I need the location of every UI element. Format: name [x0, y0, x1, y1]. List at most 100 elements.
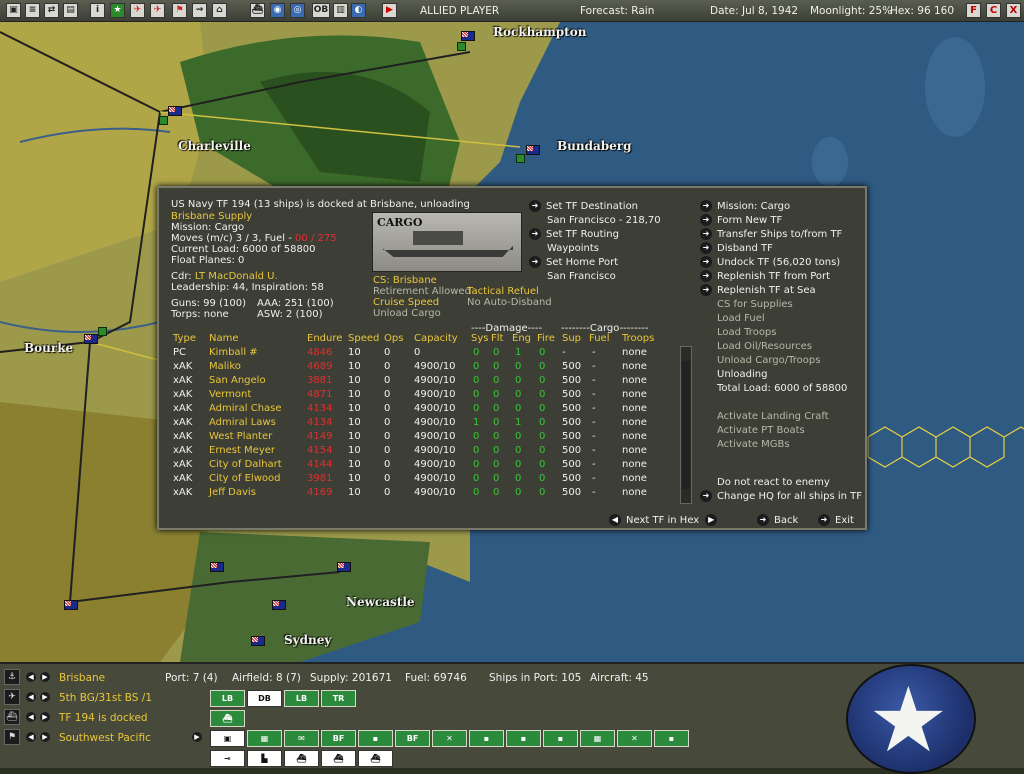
col-fuel[interactable]: Fuel	[589, 333, 609, 344]
save-icon[interactable]: ▣	[6, 3, 21, 18]
action-button-12[interactable]: ✕	[617, 730, 652, 747]
boat-icon[interactable]: ⌂	[212, 3, 227, 18]
cell-name[interactable]: Maliko	[209, 361, 241, 372]
play-icon[interactable]: ▶	[382, 3, 397, 18]
action-button-3[interactable]: ✉	[284, 730, 319, 747]
unload-cargo-label[interactable]: Unload Cargo	[373, 307, 441, 321]
col-capacity[interactable]: Capacity	[414, 333, 458, 344]
cell-name[interactable]: City of Elwood	[209, 473, 280, 484]
col-type[interactable]: Type	[173, 333, 196, 344]
transfer-ships-button[interactable]: ➜ Transfer Ships to/from TF	[700, 228, 842, 242]
allied-flag-icon[interactable]	[272, 600, 286, 610]
base-name[interactable]: Brisbane	[59, 672, 105, 684]
city-charleville[interactable]: Charleville	[178, 139, 251, 153]
col-troops[interactable]: Troops	[622, 333, 654, 344]
table-row[interactable]: xAK City of Dalhart 4144 10 0 4900/10 0 0 0 0 500-…	[173, 459, 673, 473]
city-newcastle[interactable]: Newcastle	[346, 595, 415, 609]
table-scrollbar[interactable]	[680, 346, 692, 504]
auto-disband-label[interactable]: No Auto-Disband	[467, 296, 552, 310]
next-arrow-icon[interactable]: ▶	[40, 692, 50, 702]
unloading-status[interactable]: Unloading	[717, 368, 768, 382]
db-aircraft-button[interactable]: DB	[247, 690, 282, 707]
next-tf-button[interactable]: ◀ Next TF in Hex ▶	[609, 514, 722, 528]
globe2-icon[interactable]: ◎	[290, 3, 305, 18]
cell-name[interactable]: Admiral Laws	[209, 417, 276, 428]
allied-flag-icon[interactable]	[337, 562, 351, 572]
bf-button[interactable]: BF	[321, 730, 356, 747]
allied-flag-icon[interactable]	[461, 31, 475, 41]
allied-flag-icon[interactable]	[251, 636, 265, 646]
tf-status[interactable]: TF 194 is docked	[59, 712, 148, 724]
flag-button[interactable]: F	[966, 3, 981, 18]
col-speed[interactable]: Speed	[348, 333, 379, 344]
air-unit-name[interactable]: 5th BG/31st BS /1	[59, 692, 152, 704]
table-row[interactable]: xAK Ernest Meyer 4154 10 0 4900/10 0 0 0 0 500- non…	[173, 445, 673, 459]
exit-panel-button[interactable]: ➜ Exit	[818, 514, 854, 528]
plane-icon[interactable]: ✈	[4, 689, 20, 705]
action-button-10[interactable]: ▪	[543, 730, 578, 747]
transport-icon[interactable]: ⇝	[192, 3, 207, 18]
cell-name[interactable]: West Planter	[209, 431, 272, 442]
base-button[interactable]: ▙	[247, 750, 282, 767]
cell-name[interactable]: City of Dalhart	[209, 459, 282, 470]
doc-icon[interactable]: ▤	[63, 3, 78, 18]
lb2-aircraft-button[interactable]: LB	[284, 690, 319, 707]
route-button[interactable]: ⊸	[210, 750, 245, 767]
next-arrow-icon[interactable]: ▶	[192, 732, 202, 742]
photo-icon[interactable]: ◐	[351, 3, 366, 18]
mgbs-button[interactable]: Activate MGBs	[717, 438, 790, 452]
info-icon[interactable]: i	[90, 3, 105, 18]
table-row[interactable]: xAK Jeff Davis 4169 10 0 4900/10 0 0 0 0 500- none	[173, 487, 673, 501]
col-flt[interactable]: Flt	[491, 333, 503, 344]
cell-name[interactable]: Kimball #	[209, 347, 258, 358]
allied-flag-icon[interactable]	[64, 600, 78, 610]
action-button-13[interactable]: ▪	[654, 730, 689, 747]
action-button-8[interactable]: ▪	[469, 730, 504, 747]
action-button-9[interactable]: ▪	[506, 730, 541, 747]
city-sydney[interactable]: Sydney	[284, 633, 331, 647]
port-icon[interactable]	[516, 154, 525, 163]
airfield-icon[interactable]	[98, 327, 107, 336]
change-hq-button[interactable]: ➜ Change HQ for all ships in TF	[700, 490, 862, 504]
col-sup[interactable]: Sup	[562, 333, 581, 344]
flag-icon[interactable]: ⚑	[172, 3, 187, 18]
replenish-sea-button[interactable]: ➜ Replenish TF at Sea	[700, 284, 816, 298]
disband-tf-button[interactable]: ➜ Disband TF	[700, 242, 773, 256]
col-ops[interactable]: Ops	[384, 333, 403, 344]
form-new-tf-button[interactable]: ➜ Form New TF	[700, 214, 782, 228]
back-button[interactable]: ➜ Back	[757, 514, 798, 528]
lb-aircraft-button[interactable]: LB	[210, 690, 245, 707]
table-row[interactable]: xAK San Angelo 3881 10 0 4900/10 0 0 0 0 500- none	[173, 375, 673, 389]
city-bundaberg[interactable]: Bundaberg	[557, 139, 632, 153]
prev-arrow-icon[interactable]: ◀	[26, 732, 36, 742]
fleet3-button[interactable]: ⛴	[358, 750, 393, 767]
table-row[interactable]: xAK City of Elwood 3981 10 0 4900/10 0 0 0 0 500- n…	[173, 473, 673, 487]
fleet2-button[interactable]: ⛴	[321, 750, 356, 767]
prev-arrow-icon[interactable]: ◀	[26, 672, 36, 682]
table-row[interactable]: xAK Vermont 4871 10 0 4900/10 0 0 0 0 500- none	[173, 389, 673, 403]
set-home-port-button[interactable]: ➜ Set Home Port	[529, 256, 618, 270]
load-fuel-button[interactable]: Load Fuel	[717, 312, 765, 326]
col-name[interactable]: Name	[209, 333, 239, 344]
set-routing-button[interactable]: ➜ Set TF Routing	[529, 228, 619, 242]
anchor-icon[interactable]: ⚓	[4, 669, 20, 685]
no-react-button[interactable]: Do not react to enemy	[717, 476, 830, 490]
ship-icon[interactable]: ⛴	[250, 3, 265, 18]
next-arrow-icon[interactable]: ▶	[40, 672, 50, 682]
plane-icon[interactable]: ✈	[130, 3, 145, 18]
cell-name[interactable]: San Angelo	[209, 375, 266, 386]
globe-icon[interactable]: ◉	[270, 3, 285, 18]
port-icon[interactable]	[457, 42, 466, 51]
table-row[interactable]: xAK Admiral Chase 4134 10 0 4900/10 0 0 0 0 500- no…	[173, 403, 673, 417]
col-fire[interactable]: Fire	[537, 333, 555, 344]
cell-name[interactable]: Jeff Davis	[209, 487, 256, 498]
city-bourke[interactable]: Bourke	[24, 341, 73, 355]
doc2-icon[interactable]: ▥	[333, 3, 348, 18]
allied-flag-icon[interactable]	[168, 106, 182, 116]
airplane-icon[interactable]: ✈	[150, 3, 165, 18]
scroll-thumb[interactable]	[682, 361, 690, 489]
table-row[interactable]: xAK West Planter 4149 10 0 4900/10 0 0 0 0 500- non…	[173, 431, 673, 445]
cell-name[interactable]: Vermont	[209, 389, 251, 400]
exit-button[interactable]: X	[1006, 3, 1021, 18]
flag-icon[interactable]: ⚑	[4, 729, 20, 745]
